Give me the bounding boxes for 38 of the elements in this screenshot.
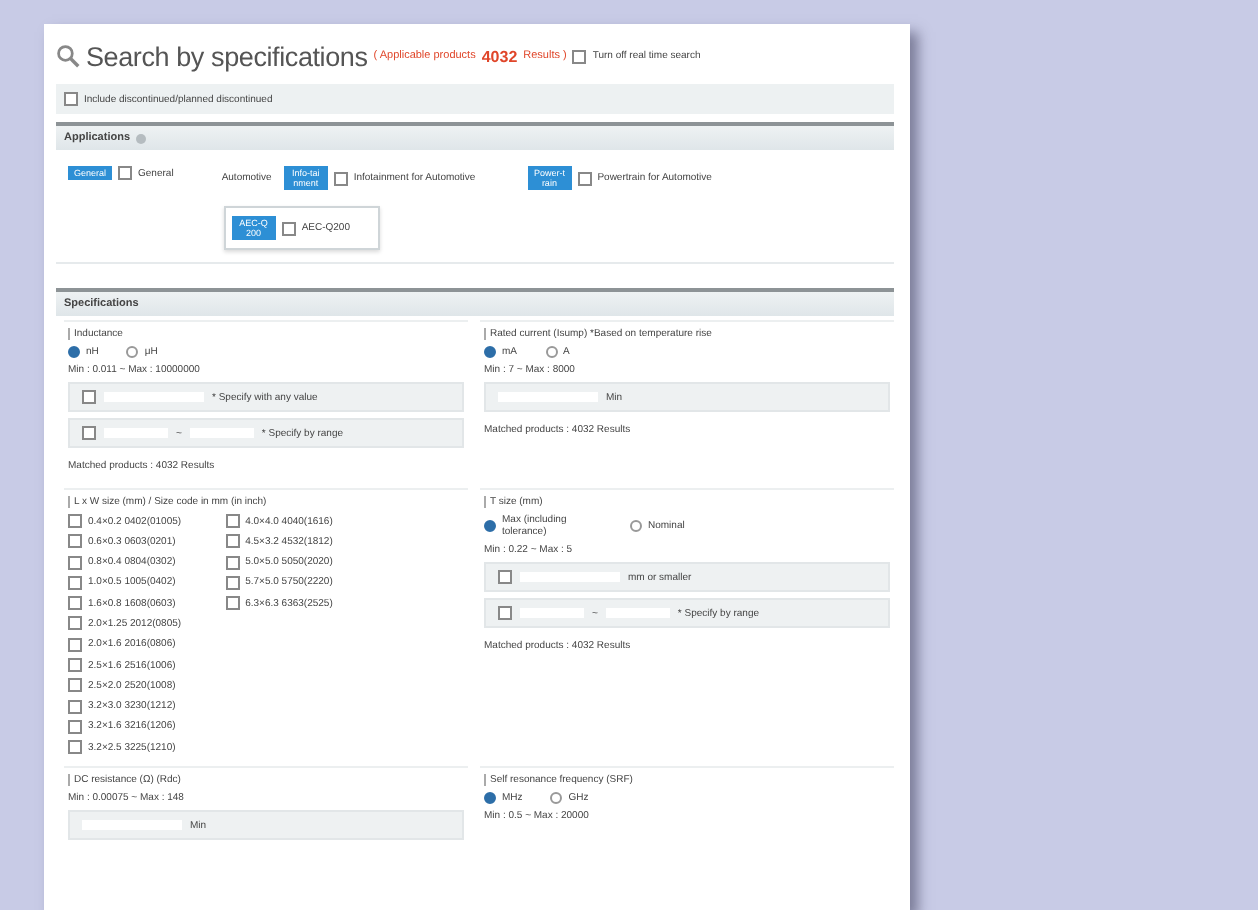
size-checkbox[interactable] (68, 534, 82, 549)
unit-radio[interactable] (630, 520, 642, 532)
size-checkbox[interactable] (225, 555, 240, 570)
application-checkbox[interactable] (577, 171, 592, 185)
filter-checkbox[interactable] (82, 390, 96, 404)
unit-radio[interactable] (484, 520, 496, 532)
filter-checkbox[interactable] (498, 606, 512, 620)
application-checkbox[interactable] (118, 166, 133, 180)
unit-radio[interactable] (126, 346, 139, 358)
include-checkbox[interactable] (64, 92, 78, 106)
size-checkbox[interactable] (68, 678, 82, 693)
size-checkbox[interactable] (68, 555, 82, 570)
unit-radio[interactable] (545, 346, 557, 358)
unit-radio[interactable] (68, 346, 80, 358)
size-checkbox[interactable] (68, 699, 82, 714)
size-checkbox[interactable] (68, 514, 82, 528)
size-checkbox[interactable] (68, 719, 82, 734)
size-checkbox[interactable] (68, 658, 82, 673)
size-checkbox[interactable] (68, 575, 82, 590)
size-checkbox[interactable] (225, 514, 240, 528)
unit-radio[interactable] (484, 346, 496, 358)
unit-radio[interactable] (550, 792, 563, 805)
size-checkbox[interactable] (68, 637, 82, 652)
unit-radio[interactable] (484, 792, 496, 805)
application-checkbox[interactable] (281, 221, 296, 235)
application-checkbox[interactable] (333, 171, 348, 185)
filter-checkbox[interactable] (498, 570, 512, 584)
realtime-checkbox[interactable] (572, 49, 587, 63)
size-checkbox[interactable] (68, 616, 82, 631)
size-checkbox[interactable] (225, 575, 240, 590)
size-checkbox[interactable] (225, 534, 240, 549)
size-checkbox[interactable] (68, 596, 82, 611)
filter-checkbox[interactable] (82, 426, 96, 440)
page-title: Search by specifications (86, 41, 368, 71)
size-checkbox[interactable] (225, 596, 240, 611)
results-count: 4032 (481, 47, 518, 65)
search-icon (56, 44, 80, 68)
size-checkbox[interactable] (68, 740, 82, 755)
